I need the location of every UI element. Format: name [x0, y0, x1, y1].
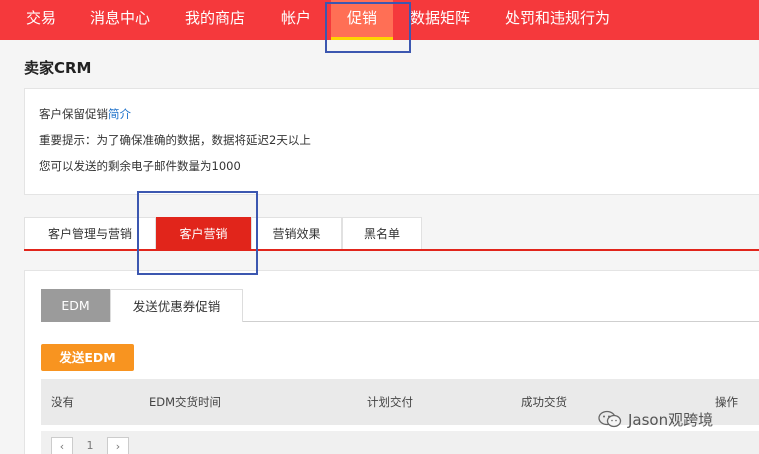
- watermark: Jason观跨境: [598, 408, 713, 430]
- column-header-edm-time: EDM交货时间: [149, 395, 222, 409]
- info-intro-text: 客户保留促销: [39, 107, 108, 121]
- tab-customer-management[interactable]: 客户管理与营销: [24, 217, 156, 249]
- page-title: 卖家CRM: [24, 59, 92, 77]
- subtab-edm[interactable]: EDM: [41, 289, 110, 322]
- nav-item-my-store[interactable]: 我的商店: [185, 0, 245, 40]
- watermark-text: Jason观跨境: [628, 410, 714, 429]
- nav-item-promotions[interactable]: 促销: [331, 0, 393, 40]
- column-header-planned: 计划交付: [367, 395, 413, 409]
- nav-item-messages[interactable]: 消息中心: [90, 0, 150, 40]
- top-navigation: 交易 消息中心 我的商店 帐户 促销 数据矩阵 处罚和违规行为: [0, 0, 759, 40]
- info-panel: 客户保留促销简介 重要提示：为了确保准确的数据，数据将延迟2天以上 您可以发送的…: [24, 88, 759, 195]
- info-line-intro: 客户保留促销简介: [39, 106, 131, 122]
- nav-item-penalties[interactable]: 处罚和违规行为: [505, 0, 610, 40]
- nav-item-trade[interactable]: 交易: [26, 0, 56, 40]
- next-page-button[interactable]: ›: [107, 437, 129, 454]
- pagination: ‹ 1 ›: [41, 431, 759, 454]
- nav-item-data-matrix[interactable]: 数据矩阵: [410, 0, 470, 40]
- tab-blacklist[interactable]: 黑名单: [342, 217, 422, 249]
- column-header-no: 没有: [51, 395, 74, 409]
- prev-page-button[interactable]: ‹: [51, 437, 73, 454]
- intro-link[interactable]: 简介: [108, 107, 131, 121]
- info-line-notice: 重要提示：为了确保准确的数据，数据将延迟2天以上: [39, 133, 311, 147]
- page-number[interactable]: 1: [79, 437, 101, 454]
- subtab-coupon-promotion[interactable]: 发送优惠券促销: [110, 289, 243, 322]
- send-edm-button[interactable]: 发送EDM: [41, 344, 134, 371]
- main-tabs: 客户管理与营销 客户营销 营销效果 黑名单: [24, 217, 759, 251]
- wechat-icon: [598, 410, 622, 428]
- sub-tabs: EDM 发送优惠券促销: [41, 289, 759, 322]
- info-line-email-quota: 您可以发送的剩余电子邮件数量为1000: [39, 159, 241, 173]
- nav-item-account[interactable]: 帐户: [281, 0, 311, 40]
- tab-marketing-effect[interactable]: 营销效果: [251, 217, 342, 249]
- tab-customer-marketing[interactable]: 客户营销: [156, 217, 251, 249]
- column-header-success: 成功交货: [521, 395, 567, 409]
- column-header-actions: 操作: [715, 395, 738, 409]
